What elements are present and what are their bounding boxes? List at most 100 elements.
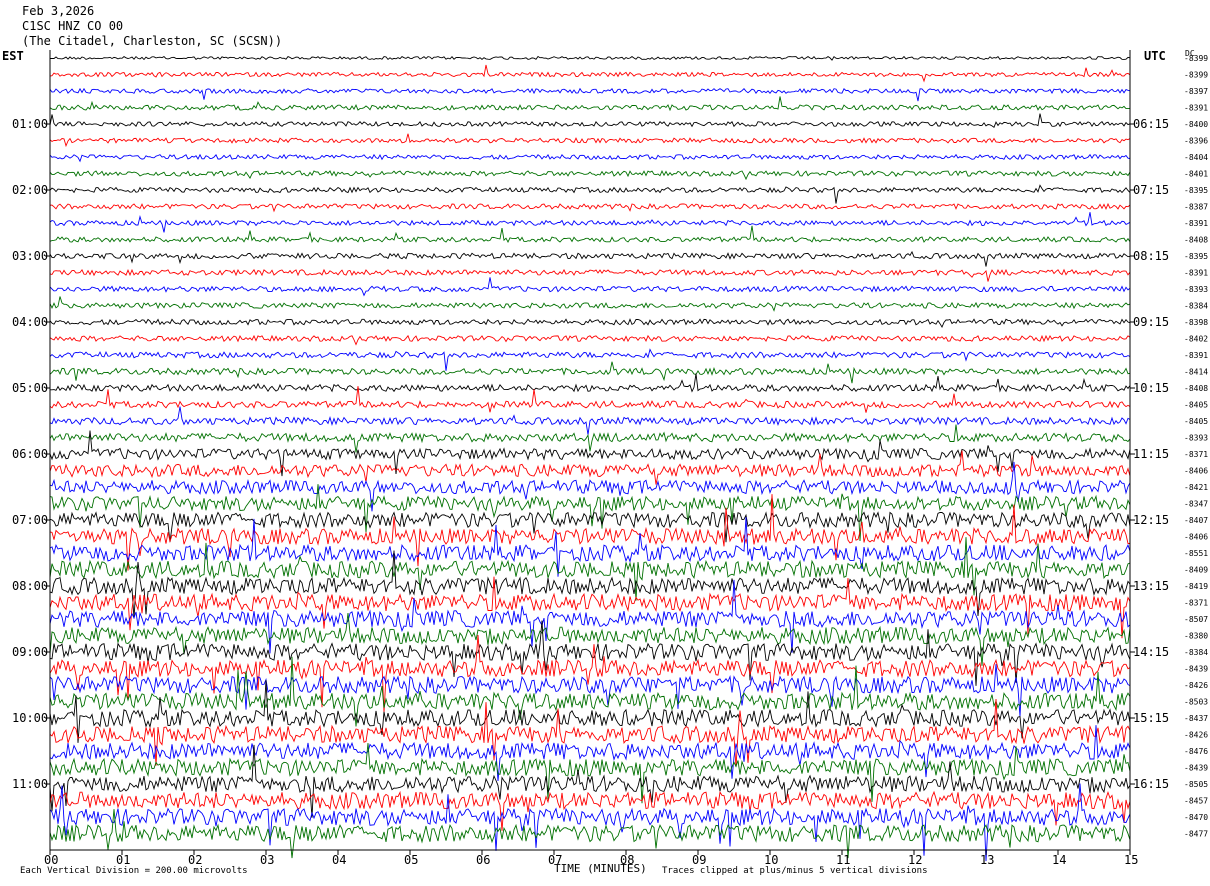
x-tick-label: 11 <box>836 853 850 867</box>
dc-offset-label: -8404 <box>1184 153 1208 162</box>
dc-offset-label: -8437 <box>1184 714 1208 723</box>
left-hour-label: 09:00 <box>12 645 48 659</box>
trace-row-18 <box>49 348 1131 371</box>
dc-offset-label: -8391 <box>1184 104 1208 113</box>
x-tick-label: 14 <box>1052 853 1066 867</box>
trace-row-27 <box>49 484 1131 542</box>
right-hour-label: 12:15 <box>1133 513 1169 527</box>
trace-row-28 <box>49 511 1131 543</box>
trace-row-11 <box>49 225 1131 244</box>
dc-offset-label: -8457 <box>1184 797 1208 806</box>
left-hour-label: 02:00 <box>12 183 48 197</box>
right-hour-label: 14:15 <box>1133 645 1169 659</box>
dc-offset-label: -8384 <box>1184 648 1208 657</box>
utc-label: UTC <box>1144 49 1166 63</box>
trace-row-7 <box>49 170 1131 181</box>
scale-note: Each Vertical Division = 200.00 microvol… <box>20 866 248 876</box>
trace-row-19 <box>49 361 1131 384</box>
dc-offset-label: -8400 <box>1184 120 1208 129</box>
x-tick-label: 05 <box>404 853 418 867</box>
dc-offset-label: -8395 <box>1184 252 1208 261</box>
left-hour-label: 11:00 <box>12 777 48 791</box>
x-tick-label: 09 <box>692 853 706 867</box>
x-tick-label: 10 <box>764 853 778 867</box>
dc-offset-label: -8419 <box>1184 582 1208 591</box>
dc-offset-label: -8405 <box>1184 401 1208 410</box>
dc-offset-label: -8399 <box>1184 71 1208 80</box>
x-tick-label: 04 <box>332 853 346 867</box>
dc-offset-label: -8391 <box>1184 351 1208 360</box>
station-label: C1SC HNZ CO 00 <box>22 19 124 33</box>
trace-row-12 <box>49 250 1131 267</box>
dc-offset-label: -8406 <box>1184 533 1208 542</box>
trace-row-20 <box>50 373 1131 393</box>
trace-row-24 <box>49 430 1131 477</box>
right-hour-label: 11:15 <box>1133 447 1169 461</box>
right-hour-label: 15:15 <box>1133 711 1169 725</box>
location-label: (The Citadel, Charleston, SC (SCSN)) <box>22 34 283 48</box>
est-label: EST <box>2 49 24 63</box>
right-hour-label: 09:15 <box>1133 315 1169 329</box>
dc-offset-label: -8401 <box>1184 170 1208 179</box>
trace-row-2 <box>49 87 1131 102</box>
x-tick-label: 13 <box>980 853 994 867</box>
dc-offset-label: -8393 <box>1184 285 1208 294</box>
dc-offset-label: -8397 <box>1184 87 1208 96</box>
dc-offset-label: -8477 <box>1184 830 1208 839</box>
x-tick-label: 03 <box>260 853 274 867</box>
trace-row-3 <box>49 96 1130 112</box>
dc-offset-label: -8391 <box>1184 269 1208 278</box>
dc-offset-label: -8507 <box>1184 615 1208 624</box>
dc-offset-label: -8347 <box>1184 500 1208 509</box>
dc-offset-label: -8406 <box>1184 467 1208 476</box>
dc-offset-label: -8426 <box>1184 731 1208 740</box>
dc-offset-label: -8408 <box>1184 236 1208 245</box>
dc-offset-label: -8421 <box>1184 483 1208 492</box>
trace-row-0 <box>49 55 1131 61</box>
dc-offset-label: -8439 <box>1184 764 1208 773</box>
dc-offset-label: -8407 <box>1184 516 1208 525</box>
x-tick-label: 15 <box>1124 853 1138 867</box>
trace-row-5 <box>49 133 1131 148</box>
x-tick-label: 12 <box>908 853 922 867</box>
right-hour-label: 08:15 <box>1133 249 1169 263</box>
right-hour-label: 13:15 <box>1133 579 1169 593</box>
dc-offset-label: -8439 <box>1184 665 1208 674</box>
trace-row-6 <box>49 153 1131 163</box>
trace-row-8 <box>49 184 1131 204</box>
dc-offset-label: -8371 <box>1184 599 1208 608</box>
trace-row-47 <box>49 809 1131 859</box>
dc-offset-label: -8505 <box>1184 780 1208 789</box>
trace-row-35 <box>49 613 1131 666</box>
x-tick-label: 00 <box>44 853 58 867</box>
trace-row-22 <box>49 406 1131 435</box>
left-hour-label: 07:00 <box>12 513 48 527</box>
dc-offset-label: -8384 <box>1184 302 1208 311</box>
left-hour-label: 01:00 <box>12 117 48 131</box>
dc-offset-label: -8414 <box>1184 368 1208 377</box>
trace-row-15 <box>49 296 1131 312</box>
trace-row-36 <box>49 620 1131 686</box>
right-hour-label: 06:15 <box>1133 117 1169 131</box>
dc-offset-label: -8402 <box>1184 335 1208 344</box>
trace-row-1 <box>49 64 1131 83</box>
trace-group <box>49 55 1131 862</box>
trace-row-4 <box>49 113 1131 128</box>
x-tick-label: 01 <box>116 853 130 867</box>
trace-row-14 <box>49 277 1131 297</box>
dc-offset-label: -8395 <box>1184 186 1208 195</box>
dc-offset-label: -8503 <box>1184 698 1208 707</box>
trace-row-16 <box>49 318 1131 328</box>
left-hour-label: 04:00 <box>12 315 48 329</box>
dc-offset-label: -8409 <box>1184 566 1208 575</box>
x-tick-label: 06 <box>476 853 490 867</box>
trace-row-31 <box>49 537 1131 601</box>
dc-offset-label: -8398 <box>1184 318 1208 327</box>
right-hour-label: 07:15 <box>1133 183 1169 197</box>
clip-note: Traces clipped at plus/minus 5 vertical … <box>662 866 928 876</box>
x-axis-title: TIME (MINUTES) <box>554 862 647 875</box>
left-hour-label: 10:00 <box>12 711 48 725</box>
dc-offset-label: -8408 <box>1184 384 1208 393</box>
trace-row-26 <box>49 461 1131 512</box>
trace-row-13 <box>49 268 1131 282</box>
